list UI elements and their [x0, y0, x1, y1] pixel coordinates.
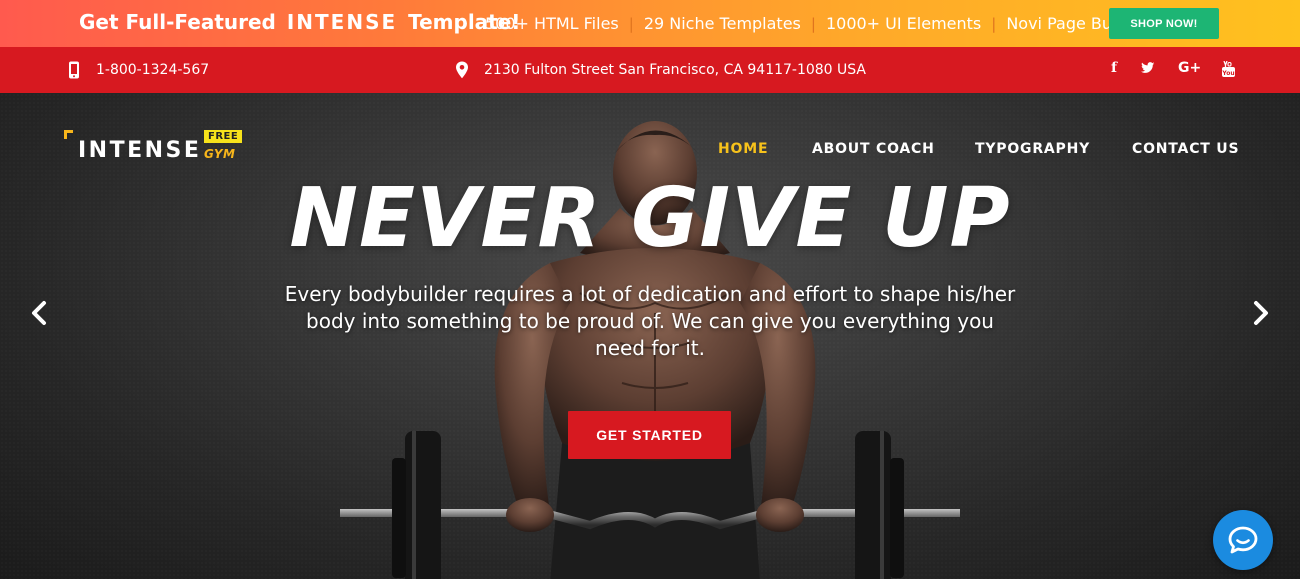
promo-title-brand: INTENSE — [286, 10, 398, 34]
chevron-right-icon[interactable] — [1249, 298, 1273, 328]
promo-title-prefix: Get Full-Featured — [79, 10, 276, 34]
nav-item-typography[interactable]: TYPOGRAPHY — [975, 141, 1090, 157]
phone-contact[interactable]: 1-800-1324-567 — [66, 61, 209, 79]
logo-free-badge: FREE — [204, 130, 243, 143]
hero-headline: NEVER GIVE UP — [289, 171, 1011, 266]
promo-separator: | — [991, 14, 997, 33]
svg-text:You: You — [1222, 70, 1235, 77]
get-started-button[interactable]: GET STARTED — [568, 411, 731, 459]
promo-features: 500+ HTML Files | 29 Niche Templates | 1… — [485, 14, 1148, 33]
hero-slider: INTENSE FREE GYM HOME ABOUT COACH TYPOGR… — [0, 93, 1300, 579]
address-text: 2130 Fulton Street San Francisco, CA 941… — [484, 62, 867, 78]
phone-number: 1-800-1324-567 — [96, 62, 210, 78]
promo-separator: | — [810, 14, 816, 33]
nav-item-home[interactable]: HOME — [718, 141, 768, 157]
google-plus-icon[interactable]: G+ — [1178, 60, 1201, 76]
site-logo[interactable]: INTENSE FREE GYM — [64, 130, 244, 170]
chevron-left-icon[interactable] — [27, 298, 51, 328]
hero-subtext: Every bodybuilder requires a lot of dedi… — [284, 282, 1016, 360]
info-bar: 1-800-1324-567 2130 Fulton Street San Fr… — [0, 47, 1300, 93]
promo-separator: | — [628, 14, 634, 33]
logo-corner-mark — [64, 130, 73, 139]
mobile-phone-icon — [66, 61, 82, 79]
chat-widget-button[interactable] — [1213, 510, 1273, 570]
shop-now-button[interactable]: SHOP NOW! — [1109, 8, 1219, 39]
facebook-icon[interactable]: f — [1104, 60, 1124, 76]
youtube-icon[interactable]: You — [1218, 60, 1238, 81]
promo-feature: 1000+ UI Elements — [825, 14, 982, 33]
nav-item-contact-us[interactable]: CONTACT US — [1132, 141, 1239, 157]
logo-text: INTENSE — [78, 138, 202, 163]
address-contact[interactable]: 2130 Fulton Street San Francisco, CA 941… — [454, 61, 866, 79]
promo-title: Get Full-Featured INTENSE Template! — [79, 10, 520, 34]
twitter-icon[interactable] — [1138, 60, 1158, 78]
promo-feature: 500+ HTML Files — [485, 14, 619, 33]
chat-bubble-icon — [1228, 526, 1258, 554]
promo-feature: 29 Niche Templates — [643, 14, 801, 33]
promo-banner: Get Full-Featured INTENSE Template! 500+… — [0, 0, 1300, 47]
logo-gym-label: GYM — [204, 147, 236, 161]
map-pin-icon — [454, 61, 470, 79]
nav-item-about-coach[interactable]: ABOUT COACH — [812, 141, 935, 157]
